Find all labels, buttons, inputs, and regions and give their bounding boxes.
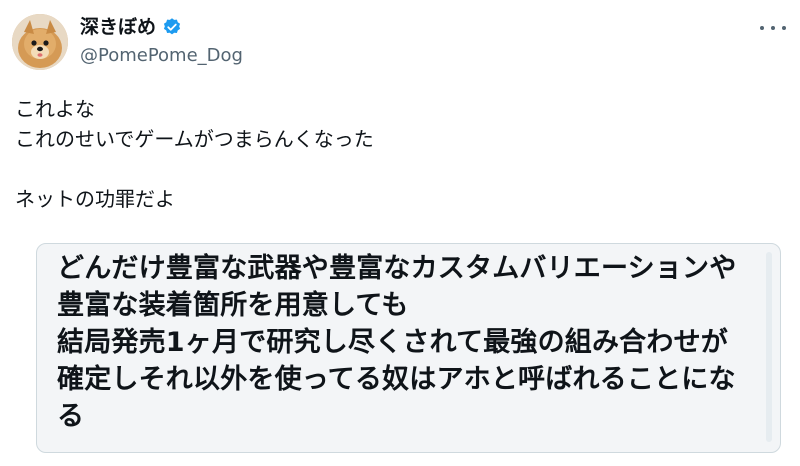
quoted-image-card[interactable]: どんだけ豊富な武器や豊富なカスタムバリエーションや 豊富な装着箇所を用意しても … [36,243,781,453]
tweet-line: これのせいでゲームがつまらんくなった [15,127,374,151]
pomeranian-avatar-icon [12,14,68,70]
tweet-line: ネットの功罪だよ [15,187,175,211]
scrollbar[interactable] [766,252,772,442]
avatar[interactable] [12,14,68,70]
quote-line: 豊富な装着箇所を用意しても [57,290,409,321]
tweet-line [15,154,775,184]
verified-badge-icon [162,17,182,37]
more-dot [771,26,775,30]
tweet-text: これよな これのせいでゲームがつまらんくなった ネットの功罪だよ [15,94,775,214]
quote-line: 結局発売1ヶ月で研究し尽くされて最強の組み合わせが [57,327,728,358]
tweet-line: これよな [15,97,95,121]
quote-line: どんだけ豊富な武器や豊富なカスタムバリエーションや [57,253,737,284]
tweet: 深きぼめ @PomePome_Dog これよな これのせいでゲームがつまらんくな… [0,0,800,466]
more-dot [760,26,764,30]
quote-line: 確定しそれ以外を使ってる奴はアホと呼ばれることにな [57,364,736,395]
more-dot [782,26,786,30]
quote-line: る [57,401,85,432]
more-icon[interactable] [760,18,786,38]
author-name-row: 深きぼめ [80,14,182,40]
author-handle[interactable]: @PomePome_Dog [80,44,243,68]
display-name[interactable]: 深きぼめ [80,14,156,40]
